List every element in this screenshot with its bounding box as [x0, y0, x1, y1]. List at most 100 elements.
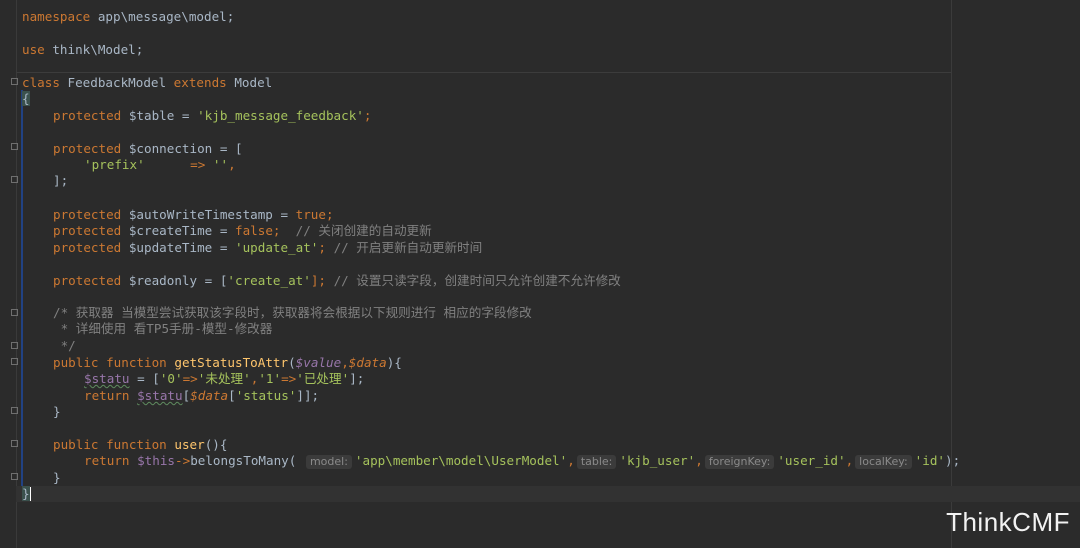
code-line: public function getStatusToAttr($value,$… — [22, 355, 1080, 371]
keyword: protected — [53, 223, 122, 238]
code-text: $table = — [121, 108, 198, 123]
keyword: protected — [53, 141, 122, 156]
text-caret — [29, 487, 31, 501]
code-line: protected $table = 'kjb_message_feedback… — [22, 108, 1080, 124]
string-literal: 'kjb_message_feedback' — [197, 108, 364, 123]
fold-marker-icon[interactable] — [11, 473, 18, 480]
keyword: return — [84, 388, 130, 403]
string-literal: '未处理' — [197, 371, 251, 386]
keyword: function — [106, 437, 167, 452]
string-literal: '1' — [258, 371, 282, 386]
code-line: protected $readonly = ['create_at']; // … — [22, 273, 1080, 289]
code-text: = [ — [129, 371, 160, 386]
code-text: $connection = [ — [121, 141, 243, 156]
variable: $this — [137, 453, 176, 468]
keyword: protected — [53, 207, 122, 222]
keyword: use — [22, 42, 45, 57]
parameter-hint: foreignKey: — [704, 455, 775, 469]
parameter-hint: table: — [576, 455, 617, 469]
method-name: belongsToMany — [190, 453, 289, 468]
code-text: ( — [288, 355, 296, 370]
code-text: ]; — [349, 371, 365, 386]
variable: $statu — [84, 371, 130, 386]
function-name: getStatusToAttr — [174, 355, 289, 370]
open-brace: { — [22, 91, 30, 106]
punctuation: ; — [363, 108, 372, 123]
parameter-hint: localKey: — [855, 455, 912, 469]
keyword: protected — [53, 273, 122, 288]
code-text: ]]; — [296, 388, 320, 403]
keyword: public — [53, 355, 99, 370]
punctuation: ; — [325, 207, 334, 222]
code-text: ){ — [386, 355, 402, 370]
string-literal: 'update_at' — [234, 240, 319, 255]
fold-marker-icon[interactable] — [11, 309, 18, 316]
variable: $data — [190, 388, 229, 403]
fold-marker-icon[interactable] — [11, 342, 18, 349]
punctuation: ; — [318, 240, 334, 255]
keyword: public — [53, 437, 99, 452]
fold-marker-icon[interactable] — [11, 440, 18, 447]
fold-marker-icon[interactable] — [11, 143, 18, 150]
code-line: class FeedbackModel extends Model — [22, 75, 1080, 91]
comment: */ — [53, 338, 76, 353]
close-brace: } — [53, 404, 61, 419]
code-line: return $statu[$data['status']]; — [22, 388, 1080, 404]
string-literal: '已处理' — [296, 371, 350, 386]
comment: /* 获取器 当模型尝试获取该字段时，获取器将会根据以下规则进行 相应的字段修改 — [53, 305, 532, 320]
code-text: think\Model; — [44, 42, 144, 57]
punctuation: ; — [272, 223, 296, 238]
punctuation: , — [341, 355, 349, 370]
fold-marker-icon[interactable] — [11, 176, 18, 183]
code-text: $autoWriteTimestamp = — [121, 207, 296, 222]
fold-marker-icon[interactable] — [11, 358, 18, 365]
code-line: */ — [22, 338, 1080, 354]
boolean-literal: false — [234, 223, 273, 238]
parameter: $value — [295, 355, 342, 370]
code-line: } — [22, 470, 1080, 486]
variable: $statu — [137, 388, 183, 403]
code-line: * 详细使用 看TP5手册-模型-修改器 — [22, 321, 1080, 337]
operator: => — [182, 371, 198, 386]
current-line: } — [16, 486, 1080, 502]
code-line: $statu = ['0'=>'未处理','1'=>'已处理']; — [22, 371, 1080, 387]
code-line: { — [22, 91, 1080, 107]
code-text: [ — [228, 388, 236, 403]
fold-marker-icon[interactable] — [11, 407, 18, 414]
parameter-hint: model: — [305, 455, 352, 469]
fold-marker-icon[interactable] — [11, 78, 18, 85]
code-line: protected $updateTime = 'update_at'; // … — [22, 240, 1080, 256]
code-text: ); — [945, 453, 961, 468]
punctuation: , — [695, 453, 703, 468]
string-literal: '0' — [159, 371, 183, 386]
comment: // 开启更新自动更新时间 — [333, 240, 483, 255]
keyword: namespace — [22, 9, 91, 24]
code-text: $readonly = [ — [121, 273, 228, 288]
string-literal: 'create_at' — [227, 273, 311, 288]
code-line: use think\Model; — [22, 42, 1080, 58]
string-literal: 'prefix' — [84, 157, 145, 172]
parameter: $data — [348, 355, 387, 370]
code-editor[interactable]: namespace app\message\model; use think\M… — [16, 0, 1080, 548]
code-line: ]; — [22, 173, 1080, 189]
code-text: $updateTime = — [121, 240, 235, 255]
close-brace: } — [22, 486, 30, 501]
keyword: return — [84, 453, 130, 468]
comment: * 详细使用 看TP5手册-模型-修改器 — [53, 321, 273, 336]
string-literal: '' — [212, 157, 229, 172]
code-text: $createTime = — [121, 223, 235, 238]
comment: // 关闭创建的自动更新 — [295, 223, 432, 238]
string-literal: 'status' — [235, 388, 297, 403]
code-line: return $this->belongsToMany( model:'app\… — [22, 453, 1080, 469]
code-text: app\message\model; — [90, 9, 235, 24]
code-line: public function user(){ — [22, 437, 1080, 453]
code-text: (){ — [204, 437, 228, 452]
code-text: FeedbackModel — [59, 75, 174, 90]
string-literal: 'id' — [914, 453, 945, 468]
code-line: protected $createTime = false; // 关闭创建的自… — [22, 223, 1080, 239]
operator: => — [144, 157, 213, 172]
